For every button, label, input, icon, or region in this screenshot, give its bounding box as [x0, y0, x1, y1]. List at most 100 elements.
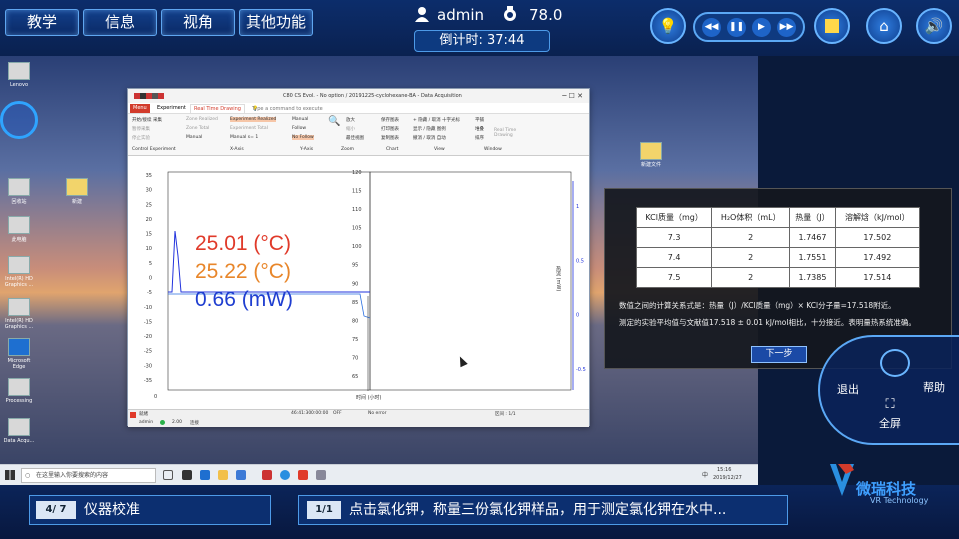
app-red-icon[interactable] — [262, 470, 272, 480]
clock-time[interactable]: 15:16 — [717, 467, 731, 473]
pause-acq-button[interactable]: 暂停采集 — [132, 126, 150, 132]
zone-realized[interactable]: Zone Realized — [186, 117, 218, 122]
medal-icon — [502, 6, 518, 22]
toggle-auto[interactable]: 撤消 / 取消 自动 — [413, 135, 446, 141]
axis-tick-label: 90 — [352, 281, 358, 287]
exit-button[interactable]: 退出 — [828, 381, 868, 397]
desktop-label: Intel(R) HD Graphics ... — [4, 318, 34, 330]
lightbulb-button[interactable]: 💡 — [650, 8, 686, 44]
rewind-button[interactable]: ◀◀ — [702, 18, 721, 37]
stop-exp-button[interactable]: 停止实验 — [132, 135, 150, 141]
zone-total[interactable]: Zone Total — [186, 126, 209, 131]
windows-start-icon[interactable] — [5, 470, 15, 480]
menu-info[interactable]: 信息 — [83, 9, 157, 36]
menu-teaching[interactable]: 教学 — [5, 9, 79, 36]
real-time-drawing-button[interactable]: Real Time Drawing — [494, 128, 524, 138]
sort-button[interactable]: 排序 — [475, 135, 484, 141]
toolbar-icons[interactable] — [134, 93, 164, 99]
xaxis-manual[interactable]: Manual — [186, 135, 202, 140]
axis-tick-label: 30 — [146, 188, 152, 194]
col-heat: 热量（J） — [789, 207, 836, 228]
window-title: C80 CS Evol. - No option / 20191225-cycl… — [283, 93, 462, 99]
yaxis-manual[interactable]: Manual — [292, 117, 308, 122]
volume-icon: 🔊 — [924, 17, 944, 35]
start-acq-button[interactable]: 开始/接续 采集 — [132, 117, 162, 123]
data-acq-task-icon[interactable] — [316, 470, 326, 480]
axis-tick-label: 80 — [352, 318, 358, 324]
ime-indicator[interactable]: 中 — [702, 470, 708, 479]
command-box[interactable]: 💡 Type a command to execute — [246, 104, 366, 113]
axis-tick-label: 70 — [352, 355, 358, 361]
task-view-icon[interactable] — [163, 470, 173, 480]
connection-dot — [160, 420, 165, 425]
yaxis-no-follow[interactable]: No Follow — [292, 135, 314, 140]
desktop-icon-processing[interactable] — [8, 378, 30, 396]
top-bar: 教学 信息 视角 其他功能 admin 78.0 倒计时: 37:44 💡 ◀◀… — [0, 0, 959, 56]
axis-tick-label: 10 — [146, 246, 152, 252]
temp2-readout: 25.22 (°C) — [195, 260, 291, 283]
tab-experiment[interactable]: Experiment — [154, 104, 189, 113]
table-cell: 17.492 — [834, 247, 921, 268]
target-ring-icon[interactable] — [0, 101, 38, 139]
pause-button[interactable]: ❚❚ — [727, 18, 746, 37]
table-cell: 7.5 — [635, 267, 713, 288]
fullscreen-button[interactable]: 全屏 — [870, 415, 910, 431]
app-red2-icon[interactable] — [298, 470, 308, 480]
note-conclusion: 测定的实验平均值与文献值17.518 ± 0.01 kJ/mol相比，十分接近。… — [619, 318, 916, 327]
forward-button[interactable]: ▶▶ — [777, 18, 796, 37]
desktop-icon-intel1[interactable] — [8, 256, 30, 274]
help-button[interactable]: 帮助 — [914, 379, 954, 395]
zoom-best[interactable]: 最佳视图 — [346, 135, 364, 141]
yaxis-group-label: Y-Axis — [300, 147, 314, 152]
desktop-icon-pc[interactable] — [8, 216, 30, 234]
volume-button[interactable]: 🔊 — [916, 8, 952, 44]
table-cell: 2 — [711, 267, 791, 288]
home-button[interactable]: ⌂ — [866, 8, 902, 44]
yaxis-follow[interactable]: Follow — [292, 126, 306, 131]
stack-button[interactable]: 堆叠 — [475, 126, 484, 132]
tab-menu[interactable]: Menu — [130, 104, 150, 113]
axis-tick-label: -20 — [144, 334, 152, 340]
app-blue-icon[interactable] — [280, 470, 290, 480]
exp-total[interactable]: Experiment Total — [230, 126, 268, 131]
desktop-icon-lenovo[interactable] — [8, 62, 30, 80]
store-icon[interactable] — [236, 470, 246, 480]
tab-real-time[interactable]: Real Time Drawing — [190, 104, 245, 113]
clock-date[interactable]: 2019/12/27 — [713, 475, 742, 481]
desktop-icon-intel2[interactable] — [8, 298, 30, 316]
menu-view[interactable]: 视角 — [161, 9, 235, 36]
manual-step[interactable]: Manual s= 1 — [230, 135, 258, 140]
next-step-button[interactable]: 下一步 — [751, 346, 807, 363]
toggle-legend[interactable]: 显示 / 隐藏 图例 — [413, 126, 446, 132]
zoom-in[interactable]: 放大 — [346, 117, 355, 123]
notes-button[interactable] — [814, 8, 850, 44]
desktop-label: 新建文件 — [640, 162, 661, 168]
desktop-icon-data[interactable] — [8, 418, 30, 436]
play-button[interactable]: ▶ — [752, 18, 771, 37]
menu-other[interactable]: 其他功能 — [239, 9, 313, 36]
print-chart[interactable]: 打印图表 — [381, 126, 399, 132]
explorer-icon[interactable] — [218, 470, 228, 480]
fullscreen-icon[interactable]: ⛶ — [870, 397, 910, 412]
axis-tick-label: 95 — [352, 263, 358, 269]
taskbar-app-icon[interactable] — [182, 470, 192, 480]
desktop-icon-edge[interactable] — [8, 338, 30, 356]
edge-icon[interactable] — [200, 470, 210, 480]
desktop-icon-recycle[interactable] — [8, 178, 30, 196]
copy-chart[interactable]: 复制图表 — [381, 135, 399, 141]
power-readout: 0.66 (mW) — [195, 288, 294, 311]
desktop-icon-newfolder[interactable] — [640, 142, 662, 160]
window-controls[interactable]: ─ ☐ ✕ — [562, 89, 583, 103]
desktop-icon-folder[interactable] — [66, 178, 88, 196]
zoom-out[interactable]: 缩小 — [346, 126, 355, 132]
exp-realized[interactable]: Experiment Realized — [230, 117, 277, 122]
axis-tick-label: 75 — [352, 337, 358, 343]
taskbar-search[interactable]: ○ 在这里输入你要搜索的内容 — [21, 468, 156, 483]
tile-button[interactable]: 平铺 — [475, 117, 484, 123]
axis-tick-label: 20 — [146, 217, 152, 223]
dial-center-button[interactable] — [880, 349, 910, 377]
toggle-crosshair[interactable]: + 隐藏 / 取消 十字光标 — [413, 117, 460, 123]
axis-tick-label: 120 — [352, 170, 362, 176]
magnifier-icon[interactable]: 🔍 — [328, 116, 340, 127]
save-chart[interactable]: 保存图表 — [381, 117, 399, 123]
